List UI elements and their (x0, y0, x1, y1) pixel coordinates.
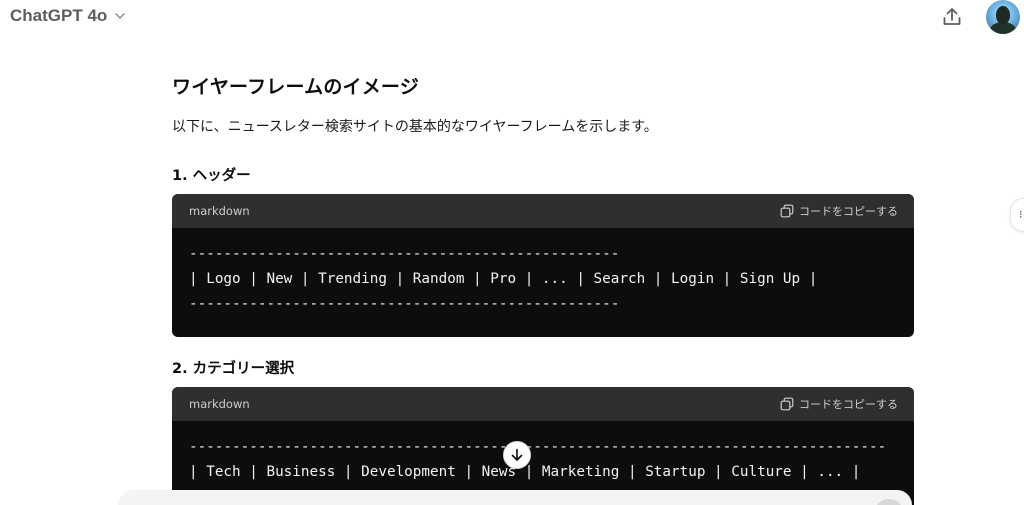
copy-code-label: コードをコピーする (799, 398, 898, 411)
code-line: ----------------------------------------… (189, 439, 887, 455)
code-line: ----------------------------------------… (189, 296, 620, 312)
code-language-label: markdown (189, 397, 250, 411)
intro-text: 以下に、ニュースレター検索サイトの基本的なワイヤーフレームを示します。 (172, 119, 658, 135)
code-block-header: markdown コードをコピーする ---------------------… (172, 194, 914, 337)
message-composer[interactable] (118, 490, 912, 505)
code-line: | Logo | New | Trending | Random | Pro |… (189, 271, 818, 287)
section-title-category: 2. カテゴリー選択 (172, 361, 295, 377)
code-content: ----------------------------------------… (172, 228, 914, 331)
code-language-label: markdown (189, 204, 250, 218)
avatar[interactable] (986, 0, 1020, 34)
copy-code-button[interactable]: コードをコピーする (780, 203, 898, 219)
section-title-header: 1. ヘッダー (172, 168, 251, 184)
arrow-down-icon (511, 448, 523, 461)
copy-code-button[interactable]: コードをコピーする (780, 396, 898, 412)
collapse-handle-icon: ⁝ (1019, 208, 1023, 221)
section-heading: ワイヤーフレームのイメージ (172, 76, 419, 98)
chevron-down-icon (115, 13, 126, 20)
code-line: | Tech | Business | Development | News |… (189, 464, 861, 480)
code-block-toolbar: markdown コードをコピーする (172, 194, 914, 228)
model-name: ChatGPT 4o (10, 6, 108, 25)
share-icon[interactable] (940, 5, 964, 29)
model-switcher[interactable]: ChatGPT 4o (10, 6, 127, 26)
side-panel-handle[interactable]: ⁝ (1010, 198, 1024, 232)
code-block-toolbar: markdown コードをコピーする (172, 387, 914, 421)
code-line: ----------------------------------------… (189, 246, 620, 262)
copy-icon (780, 397, 794, 411)
copy-code-label: コードをコピーする (799, 205, 898, 218)
top-bar: ChatGPT 4o (0, 0, 1024, 36)
code-block-category: markdown コードをコピーする ---------------------… (172, 387, 914, 505)
copy-icon (780, 204, 794, 218)
code-content: ----------------------------------------… (172, 421, 914, 499)
scroll-to-bottom-button[interactable] (503, 441, 531, 469)
